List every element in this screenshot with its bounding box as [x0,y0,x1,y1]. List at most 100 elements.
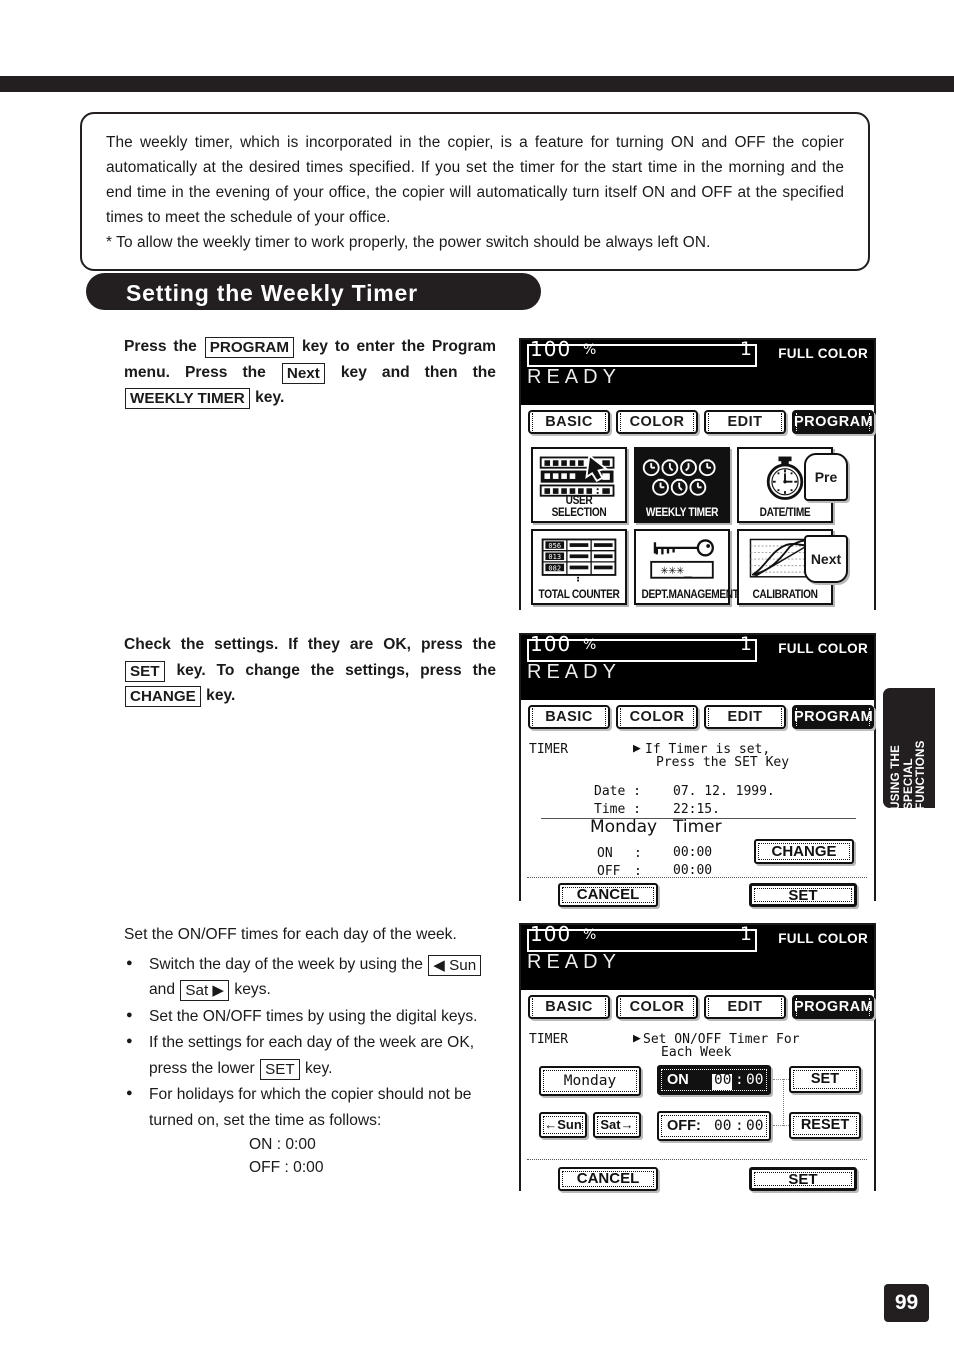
tab-color[interactable]: COLOR [616,705,698,729]
set-button[interactable]: SET [749,883,857,907]
prev-page-button[interactable]: Pre [804,453,848,501]
on-hour-value: 00 [714,1072,732,1088]
tile-caption: DEPT.MANAGEMENT [641,589,739,601]
tile-caption: DATE/TIME [759,507,811,519]
lcd1-copy-quantity: 1 [739,338,752,360]
tile-user-selection[interactable]: USER SELECTION [531,447,627,523]
top-rule [0,76,954,92]
chapter-side-tab-label: USING THE SPECIAL FUNCTIONS [889,740,928,810]
lcd1-tab-row: BASIC COLOR EDIT PROGRAM [526,410,874,440]
lcd-panel-program-menu: 100 % 1 FULL COLOR READY BASIC COLOR EDI… [519,337,876,613]
step3-bullet1-text-3: keys. [234,981,271,998]
lcd2-off-value: 00:00 [673,863,713,878]
weekly-timer-key-ref: WEEKLY TIMER [125,388,250,409]
holiday-on-time: ON : 0:00 [249,1136,316,1153]
lcd2-status-header: 100 % 1 FULL COLOR READY [521,632,874,700]
lcd3-percent-sign: % [583,927,597,943]
tab-program[interactable]: PROGRAM [792,410,874,434]
lower-set-key-ref: SET [260,1058,300,1080]
step3-bullet1-text-2: and [149,981,176,998]
field-connector-vertical [783,1079,784,1126]
step1-text-1: Press the [124,338,197,355]
tab-basic[interactable]: BASIC [528,705,610,729]
list-item: Switch the day of the week by using the … [124,951,496,1003]
step2-text-3: key. [206,687,236,704]
step2-instructions: Check the settings. If they are OK, pres… [124,632,496,709]
lcd2-time-value: 22:15. [673,802,720,817]
chapter-side-tab: USING THE SPECIAL FUNCTIONS [883,688,935,810]
lcd3-tab-row: BASIC COLOR EDIT PROGRAM [526,995,874,1025]
step1-instructions: Press the PROGRAM key to enter the Progr… [124,334,496,411]
svg-text:013: 013 [548,553,561,561]
on-time-field[interactable]: ON 00 : 00 [657,1065,771,1095]
program-key-ref: PROGRAM [204,337,295,358]
step3-bullet-list: Switch the day of the week by using the … [124,951,496,1180]
key-password-icon: ✳✳✳_ [640,536,724,584]
cancel-button[interactable]: CANCEL [558,883,658,907]
page-number: 99 [884,1284,929,1322]
svg-text:✳✳✳_: ✳✳✳_ [661,563,693,578]
off-time-field[interactable]: OFF: 00 : 00 [657,1111,771,1141]
tile-dept-management[interactable]: ✳✳✳_ DEPT.MANAGEMENT [634,529,739,605]
lcd2-prompt-line2: Press the SET Key [656,755,790,770]
lcd2-tab-row: BASIC COLOR EDIT PROGRAM [526,705,874,735]
set-button[interactable]: SET [749,1167,857,1191]
prev-day-button[interactable]: ←Sun [539,1112,587,1138]
tab-edit[interactable]: EDIT [704,410,786,434]
tab-color[interactable]: COLOR [616,410,698,434]
intro-note-box: The weekly timer, which is incorporated … [80,112,870,271]
svg-text:056: 056 [548,542,561,550]
lcd3-screen-title: TIMER [529,1032,569,1047]
lcd2-on-colon: : [634,846,642,861]
lcd2-footer-divider [527,877,867,878]
lcd2-copy-quantity: 1 [739,633,752,655]
section-header: Setting the Weekly Timer [86,273,541,310]
lcd1-status-text: READY [527,366,621,388]
step3-bullet4-text: For holidays for which the copier should… [149,1086,472,1129]
step2-text-1: Check the settings. If they are OK, pres… [124,636,496,653]
lcd1-zoom-value: 100 [530,337,572,361]
intro-note-paragraph: The weekly timer, which is incorporated … [106,134,844,226]
next-page-button[interactable]: Next [804,535,848,583]
off-minute-value: 00 [746,1118,764,1134]
next-day-button[interactable]: Sat→ [593,1112,641,1138]
tile-total-counter[interactable]: 056 013 082 TOTAL COUNTER [531,529,627,605]
counter-grid-icon: 056 013 082 [537,536,621,584]
change-button[interactable]: CHANGE [754,839,854,864]
tab-program[interactable]: PROGRAM [792,705,874,729]
tab-edit[interactable]: EDIT [704,995,786,1019]
prev-day-key-ref: ◀ Sun [428,954,482,976]
tab-color[interactable]: COLOR [616,995,698,1019]
lcd3-color-mode-label: FULL COLOR [778,931,868,946]
lcd2-color-mode-label: FULL COLOR [778,641,868,656]
tile-weekly-timer[interactable]: WEEKLY TIMER [634,447,730,523]
section-header-title: Setting the Weekly Timer [126,280,418,306]
tile-caption: TOTAL COUNTER [538,589,620,601]
cancel-button[interactable]: CANCEL [558,1167,658,1191]
step1-text-4: key. [255,389,285,406]
tab-basic[interactable]: BASIC [528,410,610,434]
tab-basic[interactable]: BASIC [528,995,610,1019]
set-key-ref: SET [125,660,165,682]
lcd3-status-header: 100 % 1 FULL COLOR READY [521,924,874,990]
step1-text-3: key and then the [340,363,496,381]
holiday-off-time: OFF : 0:00 [249,1159,324,1176]
lcd-panel-timer-review: 100 % 1 FULL COLOR READY BASIC COLOR EDI… [519,632,876,907]
tab-program[interactable]: PROGRAM [792,995,874,1019]
day-display: Monday [539,1066,641,1096]
tab-edit[interactable]: EDIT [704,705,786,729]
set-time-button[interactable]: SET [789,1066,861,1093]
reset-time-button[interactable]: RESET [789,1112,861,1139]
intro-note-footnote: * To allow the weekly timer to work prop… [106,234,711,251]
tile-caption: WEEKLY TIMER [645,507,719,519]
next-day-key-ref: Sat ▶ [180,980,230,1001]
step3-bullet3-text-2: key. [304,1059,333,1077]
lcd2-percent-sign: % [583,637,597,653]
lcd2-on-value: 00:00 [673,845,713,860]
lcd2-screen-title: TIMER [529,742,569,757]
svg-text:082: 082 [548,564,561,572]
on-time-separator: : [735,1072,744,1088]
lcd2-zoom-value: 100 [530,632,572,656]
list-item: If the settings for each day of the week… [124,1029,496,1081]
next-key-ref: Next [281,362,325,384]
